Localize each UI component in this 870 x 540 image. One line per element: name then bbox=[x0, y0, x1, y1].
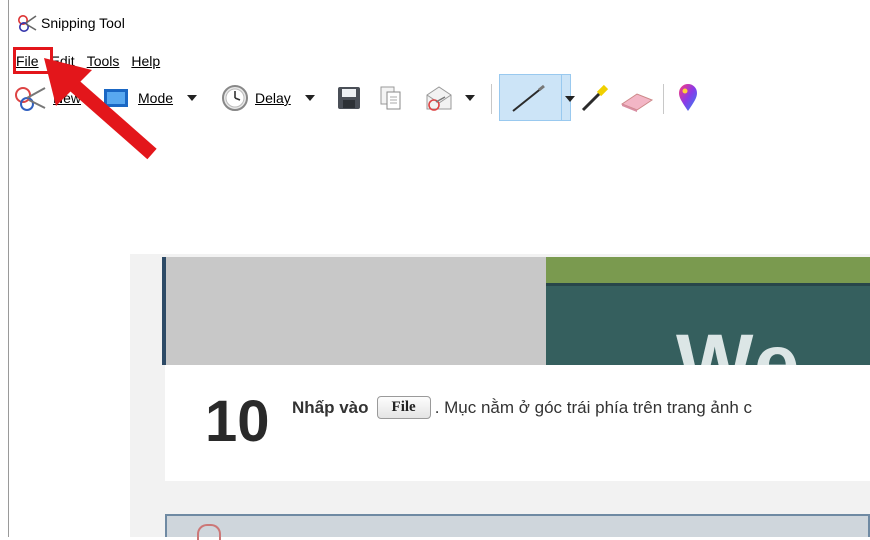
file-button-illustration: File bbox=[376, 396, 431, 419]
send-snip-button[interactable] bbox=[423, 74, 475, 122]
mode-dropdown-arrow-icon[interactable] bbox=[187, 95, 198, 101]
captured-image-banner: We bbox=[546, 257, 870, 365]
title-bar: Snipping Tool bbox=[9, 0, 870, 46]
save-snip-button[interactable] bbox=[337, 74, 361, 122]
save-icon bbox=[338, 87, 360, 109]
delay-button[interactable]: Delay bbox=[221, 74, 315, 122]
eraser-icon[interactable] bbox=[619, 86, 655, 112]
pen-dropdown-arrow-icon[interactable] bbox=[565, 96, 575, 102]
red-pointer-arrow-icon bbox=[44, 58, 157, 160]
toolbar-separator bbox=[491, 84, 492, 114]
paint-3d-icon[interactable] bbox=[677, 84, 699, 112]
captured-image-left bbox=[162, 257, 550, 365]
toolbar-separator-2 bbox=[663, 84, 664, 114]
highlighter-icon[interactable] bbox=[579, 84, 609, 114]
scissors-app-icon bbox=[18, 15, 37, 32]
step-instruction-bold: Nhấp vào bbox=[292, 397, 369, 417]
step-instruction: Nhấp vào File . Mục nằm ở góc trái phía … bbox=[292, 396, 752, 419]
step-instruction-rest: . Mục nằm ở góc trái phía trên trang ảnh… bbox=[434, 397, 752, 417]
copy-button[interactable] bbox=[379, 74, 403, 122]
banner-text: We bbox=[676, 318, 802, 365]
window-title: Snipping Tool bbox=[41, 15, 125, 31]
banner-top-band bbox=[546, 257, 870, 283]
pen-icon bbox=[512, 84, 545, 112]
next-step-icon bbox=[197, 524, 221, 540]
pen-split-divider bbox=[561, 74, 562, 121]
envelope-icon bbox=[426, 86, 452, 111]
clock-icon bbox=[222, 85, 248, 111]
next-step-card bbox=[165, 514, 870, 540]
delay-dropdown-arrow-icon[interactable] bbox=[304, 95, 315, 101]
send-dropdown-arrow-icon[interactable] bbox=[465, 95, 475, 101]
step-number: 10 bbox=[205, 389, 270, 454]
copy-icon bbox=[380, 86, 401, 110]
banner-divider bbox=[546, 283, 870, 286]
delay-label: Delay bbox=[255, 90, 291, 106]
step-card bbox=[165, 365, 870, 481]
